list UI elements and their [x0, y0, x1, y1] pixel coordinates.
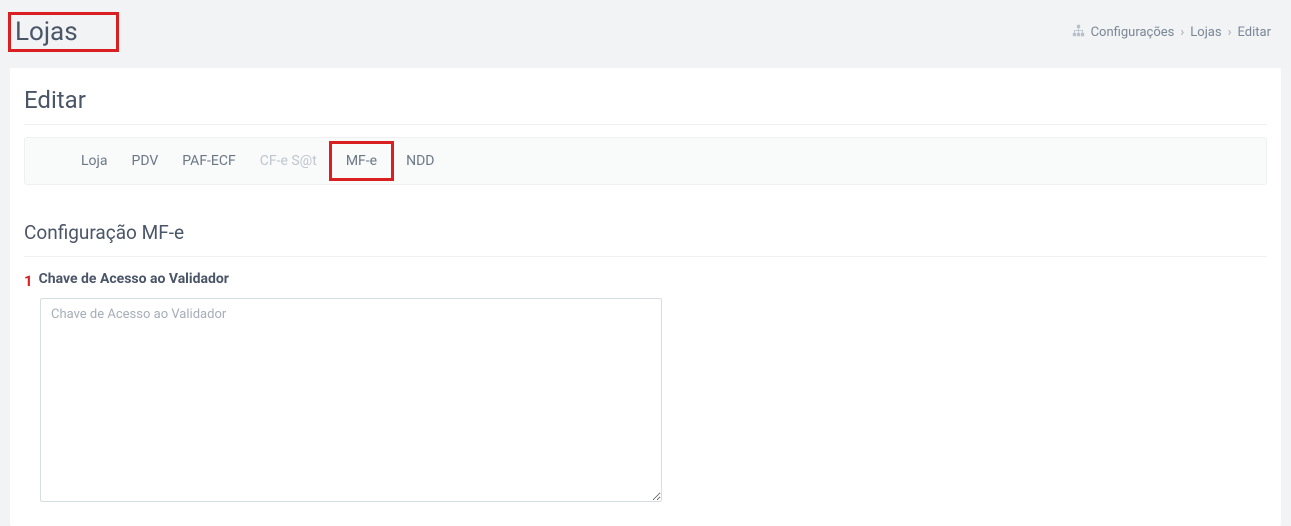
textarea-wrap: [40, 298, 1267, 506]
breadcrumb: Configurações › Lojas › Editar: [1072, 24, 1271, 41]
main-panel: Editar Loja PDV PAF-ECF CF-e S@t MF-e ND…: [10, 68, 1281, 526]
panel-title: Editar: [24, 86, 1267, 125]
tab-loja[interactable]: Loja: [69, 139, 120, 183]
tab-cfe-sat[interactable]: CF-e S@t: [248, 139, 329, 183]
chevron-right-icon: ›: [1228, 25, 1232, 40]
page-title: Lojas: [15, 17, 78, 47]
tab-ndd[interactable]: NDD: [394, 139, 446, 183]
breadcrumb-editar[interactable]: Editar: [1238, 25, 1272, 40]
tab-mfe[interactable]: MF-e: [329, 141, 394, 181]
chevron-right-icon: ›: [1180, 25, 1184, 40]
header-bar: Lojas Configurações › Lojas › Editar: [0, 0, 1291, 68]
tab-row: Loja PDV PAF-ECF CF-e S@t MF-e NDD: [24, 137, 1267, 185]
field-row: 1 Chave de Acesso ao Validador: [24, 271, 1267, 290]
field-label-chave: Chave de Acesso ao Validador: [39, 271, 229, 287]
field-marker-1: 1: [24, 272, 33, 290]
sitemap-icon: [1072, 24, 1085, 41]
chave-validador-input[interactable]: [40, 298, 662, 502]
tab-pdv[interactable]: PDV: [120, 139, 171, 183]
breadcrumb-lojas[interactable]: Lojas: [1190, 25, 1221, 40]
breadcrumb-configuracoes[interactable]: Configurações: [1091, 25, 1175, 40]
page-title-highlight: Lojas: [8, 12, 119, 52]
section-title: Configuração MF-e: [24, 221, 1267, 257]
tab-paf-ecf[interactable]: PAF-ECF: [170, 139, 247, 183]
